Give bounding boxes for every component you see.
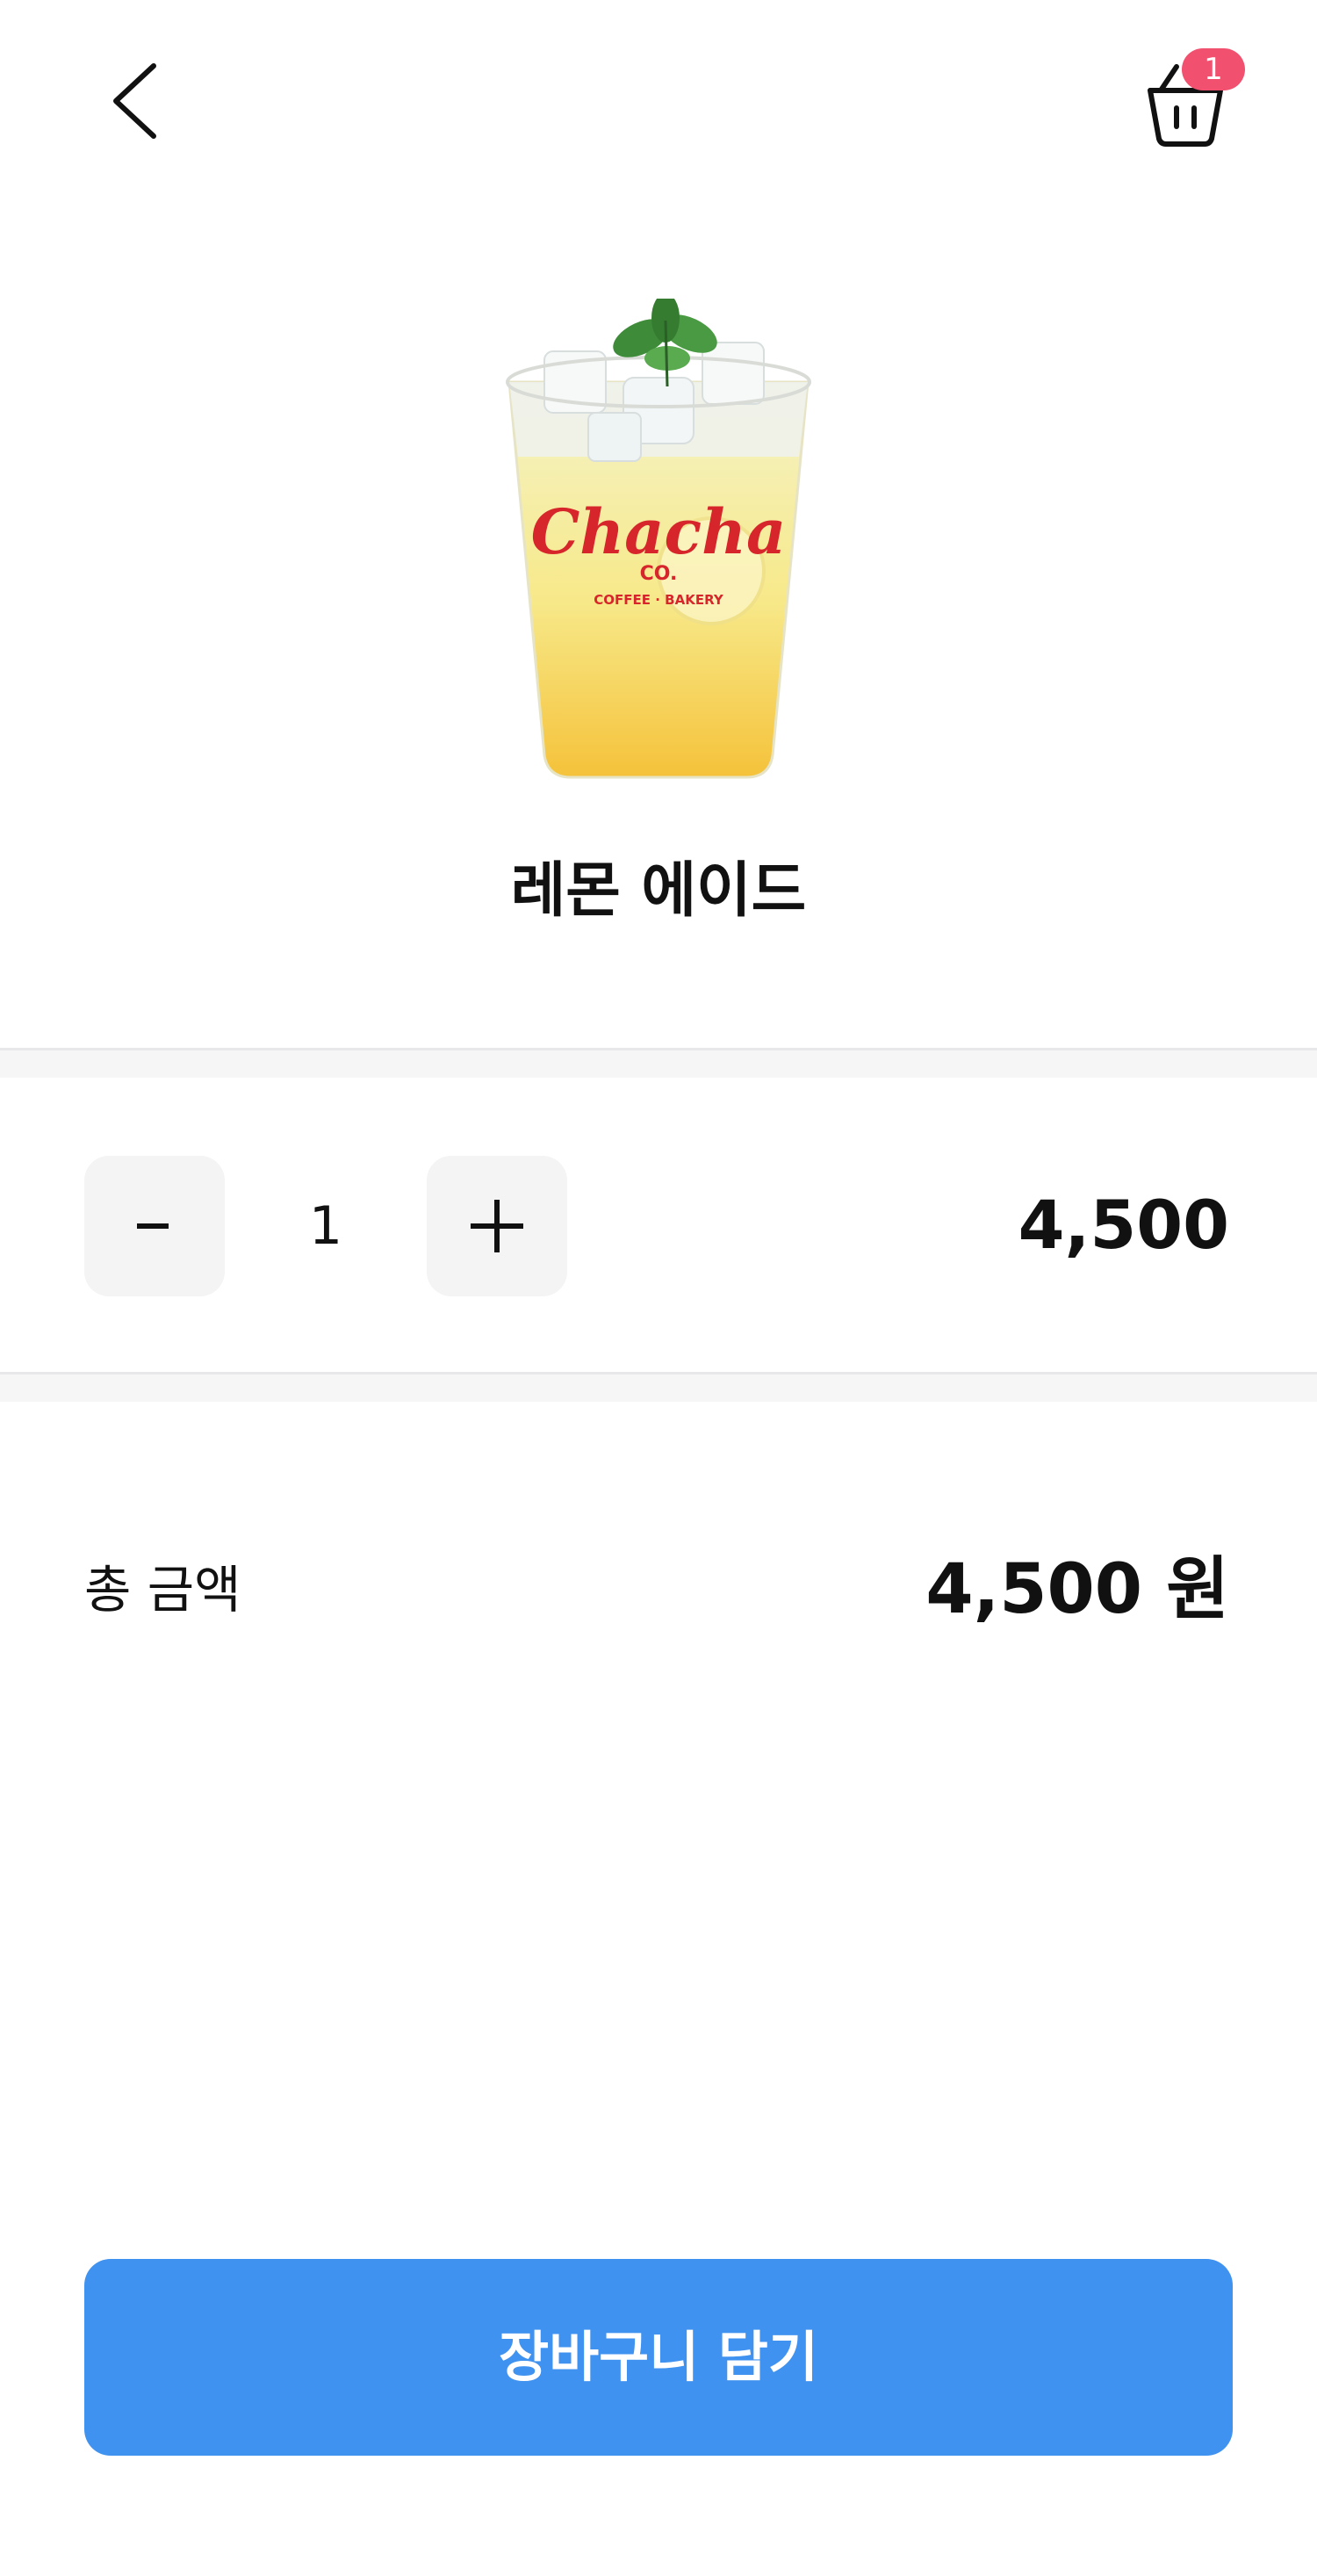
product-image: Chacha CO. COFFEE · BAKERY [506, 299, 811, 779]
total-label: 총 금액 [84, 1560, 241, 1620]
svg-text:CO.: CO. [640, 563, 678, 585]
total-amount: 4,500 원 [925, 1550, 1229, 1629]
quantity-value: 1 [308, 1195, 343, 1257]
section-divider [0, 1372, 1317, 1402]
back-button[interactable] [88, 53, 184, 149]
product-name: 레몬 에이드 [510, 856, 807, 926]
increase-quantity-button[interactable] [427, 1156, 567, 1296]
section-divider [0, 1048, 1317, 1078]
chevron-left-icon [113, 63, 156, 139]
add-to-cart-button[interactable]: 장바구니 담기 [84, 2259, 1233, 2456]
minus-icon [137, 1223, 169, 1229]
cart-button[interactable]: 1 [1133, 44, 1256, 149]
decrease-quantity-button[interactable] [84, 1156, 225, 1296]
item-price: 4,500 [1018, 1186, 1229, 1264]
svg-text:Chacha: Chacha [531, 495, 787, 568]
cart-count-badge: 1 [1182, 48, 1245, 90]
plus-icon [471, 1200, 523, 1252]
svg-text:COFFEE · BAKERY: COFFEE · BAKERY [594, 592, 724, 608]
